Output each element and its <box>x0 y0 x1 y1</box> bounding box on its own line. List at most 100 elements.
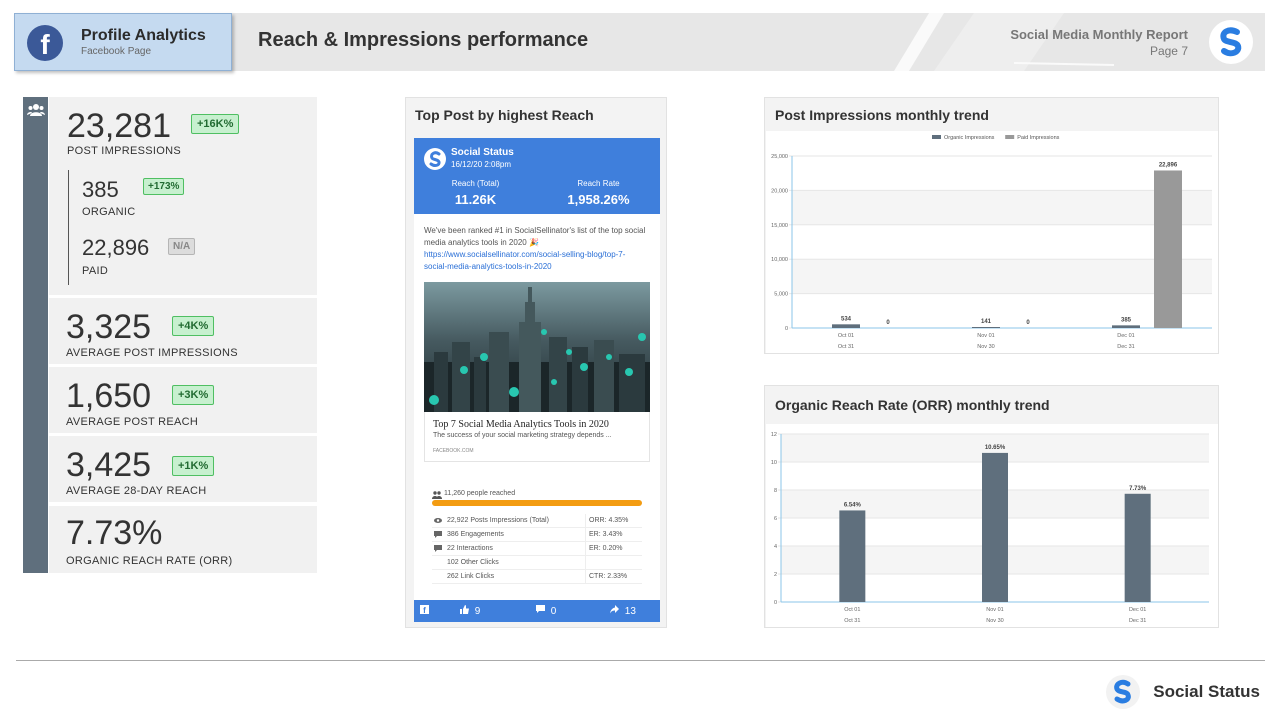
post-impressions-label: POST IMPRESSIONS <box>67 145 182 157</box>
metric-row: 262 Link Clicks CTR: 2.33% <box>432 570 642 584</box>
post-link[interactable]: social-media-analytics-tools-in-2020 <box>424 261 654 273</box>
impressions-chart-title: Post Impressions monthly trend <box>775 107 989 123</box>
x-tick-label: Dec 31 <box>1129 618 1146 624</box>
grid-band <box>792 190 1212 225</box>
footer-logo-icon <box>1106 675 1140 709</box>
metric-row: 22 Interactions ER: 0.20% <box>432 542 642 556</box>
post-text-line: We've been ranked #1 in SocialSellinator… <box>424 226 646 235</box>
y-tick-label: 12 <box>771 432 777 438</box>
legend-label: Paid Impressions <box>1017 135 1059 141</box>
paid-badge: N/A <box>168 238 196 255</box>
comments-count: 0 <box>550 606 557 617</box>
y-tick-label: 15,000 <box>771 223 788 229</box>
footer-brand: Social Status <box>1153 682 1260 701</box>
paid-label: PAID <box>82 265 109 277</box>
data-label: 0 <box>886 320 890 326</box>
avg-post-impressions-value: 3,325 <box>66 308 152 346</box>
people-reached: 11,260 people reached <box>444 490 516 497</box>
avg-28day-reach-label: AVERAGE 28-DAY REACH <box>66 485 207 497</box>
shares-count-wrap[interactable]: 13 <box>610 605 636 617</box>
bar <box>832 324 860 328</box>
data-label: 7.73% <box>1129 486 1147 492</box>
comment-icon <box>434 531 442 538</box>
avg-post-reach-badge: +3K% <box>172 385 215 405</box>
post-link[interactable]: https://www.socialsellinator.com/social-… <box>424 249 654 261</box>
bar <box>972 327 1000 328</box>
avg-post-reach-block: 1,650 +3K% AVERAGE POST REACH <box>49 367 317 433</box>
legend-swatch <box>932 135 941 139</box>
x-tick-label: Nov 30 <box>986 618 1003 624</box>
avg-28day-reach-value: 3,425 <box>66 446 152 484</box>
post-image[interactable] <box>424 282 650 412</box>
likes-count-wrap[interactable]: 9 <box>460 605 480 617</box>
data-label: 22,896 <box>1159 162 1178 168</box>
likes-count: 9 <box>474 606 481 617</box>
link-preview-card[interactable]: Top 7 Social Media Analytics Tools in 20… <box>424 412 650 462</box>
data-label: 534 <box>841 316 852 322</box>
share-icon <box>610 605 619 614</box>
orr-chart-panel: Organic Reach Rate (ORR) monthly trend 0… <box>764 385 1219 628</box>
data-label: 6.54% <box>844 502 862 508</box>
reach-total-value: 11.26K <box>454 192 497 207</box>
avg-28day-reach-badge: +1K% <box>172 456 215 476</box>
metric-rate: ER: 0.20% <box>589 545 623 552</box>
avg-28day-reach-block: 3,425 +1K% AVERAGE 28-DAY REACH <box>49 436 317 502</box>
metric-label: 262 Link Clicks <box>447 573 495 580</box>
post-text-line: media analytics tools in 2020 🎉 <box>424 238 539 247</box>
x-tick-label: Nov 01 <box>977 333 994 339</box>
orr-chart-title: Organic Reach Rate (ORR) monthly trend <box>775 397 1050 413</box>
legend-swatch <box>1005 135 1015 139</box>
metric-separator <box>585 570 586 584</box>
reach-rate-value: 1,958.26% <box>567 192 630 207</box>
metric-row: 102 Other Clicks <box>432 556 642 570</box>
y-tick-label: 2 <box>774 572 777 578</box>
link-preview-domain: FACEBOOK.COM <box>433 448 474 454</box>
post-impressions-badge: +16K% <box>191 114 240 134</box>
metric-row: 22,922 Posts Impressions (Total) ORR: 4.3… <box>432 514 642 528</box>
y-tick-label: 4 <box>774 544 777 550</box>
post-footer-bar: f 9 0 13 <box>414 600 660 622</box>
avg-post-reach-label: AVERAGE POST REACH <box>66 416 199 428</box>
x-tick-label: Dec 01 <box>1117 333 1134 339</box>
y-tick-label: 5,000 <box>774 292 788 298</box>
social-status-logo-icon <box>1209 20 1253 64</box>
post-metrics-table: 22,922 Posts Impressions (Total) ORR: 4.3… <box>432 514 642 584</box>
avg-post-impressions-label: AVERAGE POST IMPRESSIONS <box>66 347 238 359</box>
metric-separator <box>585 542 586 556</box>
eye-icon <box>434 518 442 523</box>
organic-value: 385 <box>82 177 119 202</box>
metric-rate: ER: 3.43% <box>589 531 623 538</box>
people-icon <box>432 491 442 499</box>
report-title: Social Media Monthly Report <box>1010 27 1188 42</box>
y-tick-label: 10 <box>771 460 777 466</box>
comments-count-wrap[interactable]: 0 <box>536 605 556 617</box>
x-tick-label: Nov 01 <box>986 607 1003 613</box>
x-tick-label: Oct 01 <box>844 607 860 613</box>
post-card[interactable]: Social Status 16/12/20 2:08pm Reach (Tot… <box>414 138 660 622</box>
organic-badge: +173% <box>143 178 185 195</box>
bar <box>1154 170 1182 328</box>
y-tick-label: 10,000 <box>771 257 788 263</box>
impressions-chart-panel: Post Impressions monthly trend 0 5,000 10,… <box>764 97 1219 354</box>
users-icon <box>27 104 45 116</box>
report-header: f Profile Analytics Facebook Page Reach … <box>14 13 1265 71</box>
thumbs-up-icon <box>460 605 469 614</box>
link-preview-description: The success of your social marketing str… <box>433 432 612 439</box>
stats-sidebar-strip <box>23 97 48 573</box>
profile-analytics-box: f Profile Analytics Facebook Page <box>14 13 232 71</box>
orr-chart: 0 2 4 6 8 10 12 6.54% Oct 01 Oct 31 10.65% Nov 01 No… <box>771 432 1209 624</box>
avg-post-impressions-block: 3,325 +4K% AVERAGE POST IMPRESSIONS <box>49 298 317 364</box>
paid-value: 22,896 <box>82 235 150 260</box>
grid-band <box>792 259 1212 294</box>
top-post-panel: Top Post by highest Reach Social Status … <box>405 97 667 628</box>
data-label: 141 <box>981 319 992 325</box>
y-tick-label: 20,000 <box>771 188 788 194</box>
x-tick-label: Oct 01 <box>838 333 854 339</box>
reach-progress-track <box>432 500 642 506</box>
shares-count: 13 <box>624 606 636 617</box>
x-tick-label: Dec 01 <box>1129 607 1146 613</box>
metric-rate: ORR: 4.35% <box>589 517 629 524</box>
metric-label: 22,922 Posts Impressions (Total) <box>447 517 549 524</box>
post-text: We've been ranked #1 in SocialSellinator… <box>424 225 654 273</box>
y-tick-label: 8 <box>774 488 777 494</box>
